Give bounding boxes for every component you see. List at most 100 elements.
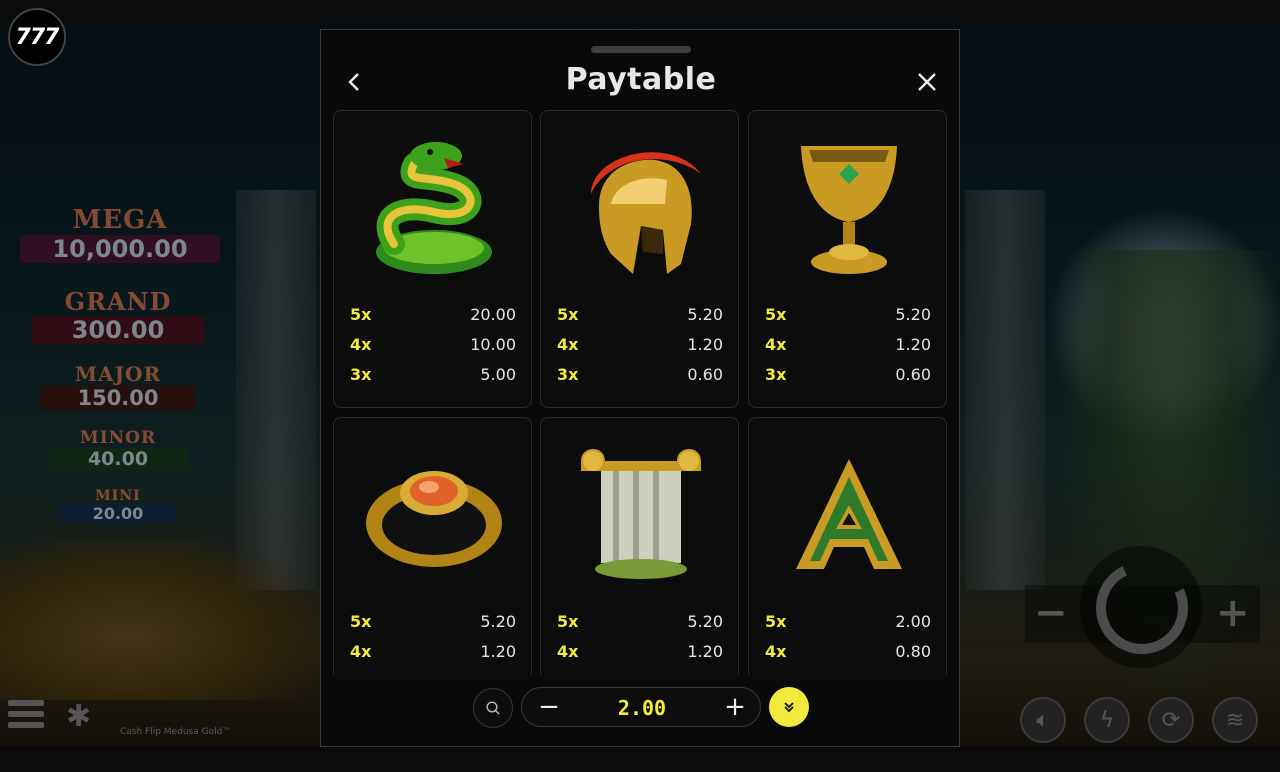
jackpot-name: MAJOR bbox=[74, 362, 162, 386]
pay-value: 5.00 bbox=[480, 365, 516, 384]
paytable-footer: − 2.00 + bbox=[321, 676, 959, 746]
pay-multiplier: 4x bbox=[557, 335, 579, 354]
pay-value: 0.80 bbox=[895, 642, 931, 661]
turbo-icon[interactable]: ϟ bbox=[1084, 697, 1130, 743]
symbol-card-column: 5x 5.20 4x 1.20 bbox=[540, 417, 739, 675]
pay-multiplier: 5x bbox=[765, 305, 787, 324]
symbol-card-ring: 5x 5.20 4x 1.20 bbox=[333, 417, 532, 675]
pay-row: 5x 5.20 bbox=[765, 305, 931, 327]
pay-value: 5.20 bbox=[480, 612, 516, 631]
paytable-title: Paytable bbox=[565, 62, 717, 97]
pay-value: 5.20 bbox=[895, 305, 931, 324]
double-chevron-down-icon bbox=[784, 702, 794, 713]
jackpot-name: MINOR bbox=[79, 428, 157, 448]
pay-value: 1.20 bbox=[480, 642, 516, 661]
pay-multiplier: 5x bbox=[350, 305, 372, 324]
pay-row: 4x 1.20 bbox=[557, 335, 723, 357]
jackpot-value: 300.00 bbox=[32, 316, 204, 344]
pay-multiplier: 5x bbox=[765, 612, 787, 631]
pay-row: 3x 0.60 bbox=[765, 365, 931, 387]
pay-multiplier: 4x bbox=[350, 335, 372, 354]
jackpot-value: 20.00 bbox=[60, 504, 176, 523]
pay-multiplier: 5x bbox=[350, 612, 372, 631]
pay-multiplier: 3x bbox=[765, 365, 787, 384]
pay-multiplier: 5x bbox=[557, 305, 579, 324]
column-icon bbox=[541, 436, 740, 596]
bg-bet-minus-button[interactable]: − bbox=[1034, 590, 1068, 636]
pay-row: 4x 1.20 bbox=[765, 335, 931, 357]
pay-value: 1.20 bbox=[687, 335, 723, 354]
jackpot-name: MEGA bbox=[72, 205, 168, 235]
pay-value: 5.20 bbox=[687, 305, 723, 324]
pay-value: 1.20 bbox=[895, 335, 931, 354]
pay-row: 5x 5.20 bbox=[557, 305, 723, 327]
pay-value: 0.60 bbox=[687, 365, 723, 384]
symbol-card-letter-a: 5x 2.00 4x 0.80 bbox=[748, 417, 947, 675]
paytable-modal: Paytable 5x 20.00 4x 10.00 3x 5.00 5x 5.… bbox=[320, 29, 960, 747]
autoplay-icon[interactable]: ⟳ bbox=[1148, 697, 1194, 743]
game-title-label: Cash Flip Medusa Gold™ bbox=[120, 727, 232, 737]
pay-multiplier: 4x bbox=[557, 642, 579, 661]
bottom-bar bbox=[0, 746, 1280, 772]
pay-row: 5x 20.00 bbox=[350, 305, 516, 327]
pay-value: 5.20 bbox=[687, 612, 723, 631]
jackpot-name: GRAND bbox=[64, 287, 172, 316]
settings-puzzle-icon[interactable]: ✱ bbox=[66, 700, 100, 734]
pay-value: 20.00 bbox=[470, 305, 516, 324]
pay-value: 2.00 bbox=[895, 612, 931, 631]
bet-selector: − 2.00 + bbox=[521, 687, 761, 727]
menu-icon[interactable] bbox=[8, 700, 44, 734]
jackpot-value: 150.00 bbox=[40, 386, 196, 410]
ring-icon bbox=[334, 436, 533, 596]
jackpot-major: MAJOR 150.00 bbox=[34, 362, 202, 410]
jackpot-minor: MINOR 40.00 bbox=[44, 428, 192, 470]
pay-row: 3x 5.00 bbox=[350, 365, 516, 387]
zoom-button[interactable] bbox=[473, 688, 513, 728]
pay-multiplier: 4x bbox=[765, 335, 787, 354]
chalice-icon bbox=[749, 129, 948, 289]
top-bar bbox=[0, 0, 1280, 24]
jackpot-name: MINI bbox=[95, 488, 141, 504]
snake-icon bbox=[334, 129, 533, 289]
pay-row: 4x 1.20 bbox=[557, 642, 723, 664]
symbol-card-snake: 5x 20.00 4x 10.00 3x 5.00 bbox=[333, 110, 532, 408]
symbol-card-helmet: 5x 5.20 4x 1.20 3x 0.60 bbox=[540, 110, 739, 408]
coins-stack-icon[interactable]: ≋ bbox=[1212, 697, 1258, 743]
search-icon bbox=[486, 701, 500, 715]
bet-increase-button[interactable]: + bbox=[718, 691, 752, 725]
close-icon bbox=[918, 73, 936, 91]
jackpot-grand: GRAND 300.00 bbox=[20, 287, 216, 344]
drag-handle[interactable] bbox=[591, 46, 691, 53]
jackpot-value: 40.00 bbox=[48, 448, 188, 470]
paytable-grid[interactable]: 5x 20.00 4x 10.00 3x 5.00 5x 5.20 4x 1.2… bbox=[333, 110, 949, 675]
pay-multiplier: 4x bbox=[765, 642, 787, 661]
bg-bet-plus-button[interactable]: + bbox=[1216, 590, 1250, 636]
pay-multiplier: 5x bbox=[557, 612, 579, 631]
close-button[interactable] bbox=[911, 66, 943, 98]
pay-row: 4x 1.20 bbox=[350, 642, 516, 664]
pay-value: 10.00 bbox=[470, 335, 516, 354]
pay-row: 5x 2.00 bbox=[765, 612, 931, 634]
jackpot-value: 10,000.00 bbox=[20, 235, 220, 263]
pay-row: 4x 0.80 bbox=[765, 642, 931, 664]
pay-value: 1.20 bbox=[687, 642, 723, 661]
jackpot-mega: MEGA 10,000.00 bbox=[10, 205, 230, 263]
bet-decrease-button[interactable]: − bbox=[532, 691, 566, 725]
pay-row: 5x 5.20 bbox=[557, 612, 723, 634]
pay-multiplier: 4x bbox=[350, 642, 372, 661]
expand-button[interactable] bbox=[769, 687, 809, 727]
pay-value: 0.60 bbox=[895, 365, 931, 384]
bet-value: 2.00 bbox=[617, 696, 667, 720]
game-stage: 777 MEGA 10,000.00 GRAND 300.00 MAJOR 15… bbox=[0, 0, 1280, 772]
volume-icon[interactable]: 🔈︎ bbox=[1020, 697, 1066, 743]
pay-row: 3x 0.60 bbox=[557, 365, 723, 387]
symbol-card-chalice: 5x 5.20 4x 1.20 3x 0.60 bbox=[748, 110, 947, 408]
helmet-icon bbox=[541, 129, 740, 289]
jackpot-mini: MINI 20.00 bbox=[56, 488, 180, 523]
pay-multiplier: 3x bbox=[557, 365, 579, 384]
letter-a-icon bbox=[749, 436, 948, 596]
pay-row: 5x 5.20 bbox=[350, 612, 516, 634]
logo-777[interactable]: 777 bbox=[8, 8, 66, 66]
pay-row: 4x 10.00 bbox=[350, 335, 516, 357]
pay-multiplier: 3x bbox=[350, 365, 372, 384]
